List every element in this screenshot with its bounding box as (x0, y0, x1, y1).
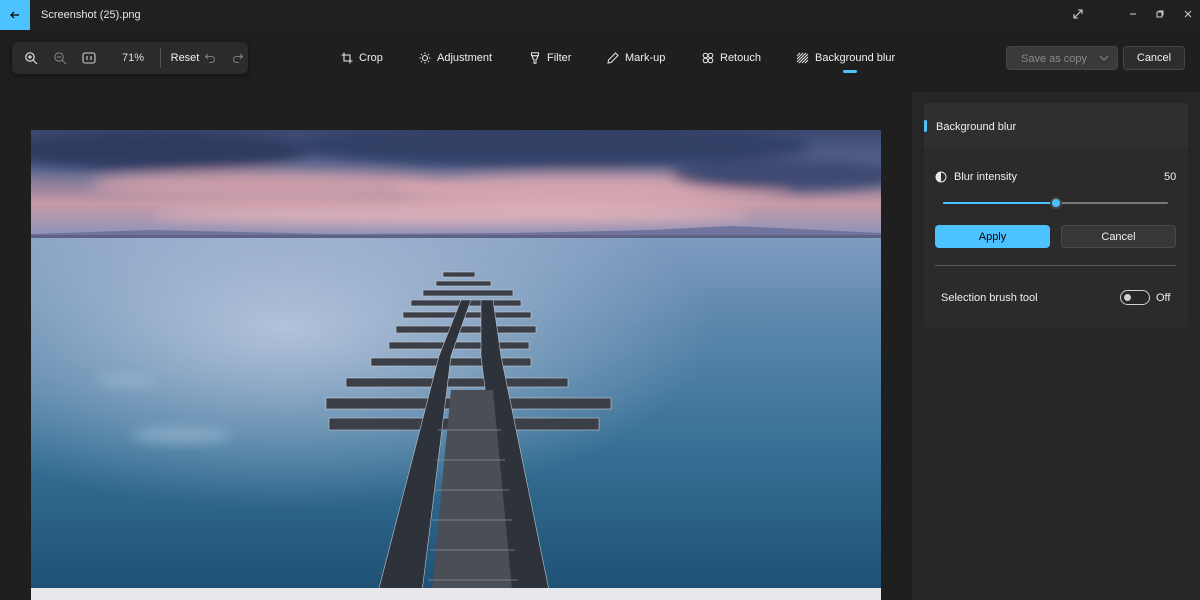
captured-taskbar-strip (31, 588, 881, 600)
toggle-knob (1124, 294, 1131, 301)
zoom-separator (160, 48, 161, 68)
window-title: Screenshot (25).png (41, 9, 141, 21)
tab-retouch-label: Retouch (720, 52, 761, 64)
tab-crop-label: Crop (359, 52, 383, 64)
tab-retouch[interactable]: Retouch (702, 48, 761, 68)
section-accent (924, 120, 927, 132)
apply-button[interactable]: Apply (935, 225, 1050, 248)
undo-icon (204, 53, 215, 64)
panel-divider (935, 265, 1176, 266)
title-bar: Screenshot (25).png (0, 0, 1200, 30)
tab-adjustment-label: Adjustment (437, 52, 493, 64)
blur-intensity-label: Blur intensity (954, 171, 1017, 183)
tab-background-blur-label: Background blur (815, 52, 896, 64)
filter-icon (531, 52, 539, 64)
slider-fill (943, 202, 1056, 204)
restore-button[interactable] (1150, 4, 1170, 24)
arrow-left-icon (10, 11, 19, 19)
save-as-copy-button[interactable]: Save as copy (1006, 46, 1118, 70)
tab-filter[interactable]: Filter (529, 48, 571, 68)
selection-brush-toggle[interactable] (1120, 290, 1150, 305)
selection-brush-label: Selection brush tool (941, 292, 1038, 304)
save-as-copy-label: Save as copy (1021, 53, 1088, 65)
expand-diagonal-icon (1073, 9, 1083, 19)
active-tab-indicator (843, 70, 857, 73)
zoom-out-icon (54, 52, 67, 65)
zoom-in-button[interactable] (20, 42, 42, 74)
crop-icon (341, 52, 353, 64)
tab-crop[interactable]: Crop (341, 48, 383, 68)
minimize-icon (1130, 13, 1136, 15)
close-button[interactable] (1178, 4, 1198, 24)
brightness-icon (419, 52, 431, 64)
panel-title: Background blur (936, 121, 1017, 133)
blur-intensity-icon (935, 171, 947, 183)
blur-intensity-slider[interactable] (943, 197, 1168, 209)
lake-pier-photo (31, 130, 881, 600)
zoom-toolbar: 71% Reset (12, 42, 248, 74)
actual-size-button[interactable] (78, 42, 100, 74)
blur-intensity-value: 50 (1164, 171, 1177, 183)
background-blur-icon (796, 52, 809, 64)
actual-size-icon (82, 52, 96, 64)
redo-button[interactable] (226, 42, 250, 74)
close-icon (1184, 10, 1192, 18)
zoom-out-button[interactable] (49, 42, 71, 74)
redo-icon (233, 53, 244, 64)
cancel-button[interactable]: Cancel (1123, 46, 1185, 70)
save-dropdown-toggle[interactable] (1095, 50, 1113, 66)
expand-button[interactable] (1068, 4, 1088, 24)
tab-markup-label: Mark-up (625, 52, 666, 64)
panel-cancel-button[interactable]: Cancel (1061, 225, 1176, 248)
back-button[interactable] (0, 0, 30, 30)
tab-adjustment[interactable]: Adjustment (419, 48, 492, 68)
undo-button[interactable] (198, 42, 222, 74)
chevron-down-icon (1099, 55, 1109, 61)
pen-icon (607, 52, 619, 64)
zoom-level[interactable]: 71% (116, 42, 150, 74)
minimize-button[interactable] (1123, 4, 1143, 24)
zoom-in-icon (25, 52, 38, 65)
retouch-icon (702, 52, 714, 64)
tab-background-blur[interactable]: Background blur (796, 48, 895, 68)
photo-canvas[interactable] (31, 130, 881, 600)
tab-filter-label: Filter (547, 52, 572, 64)
selection-brush-state: Off (1156, 292, 1171, 304)
tab-markup[interactable]: Mark-up (607, 48, 665, 68)
restore-icon (1156, 10, 1164, 18)
slider-thumb[interactable] (1049, 197, 1062, 209)
